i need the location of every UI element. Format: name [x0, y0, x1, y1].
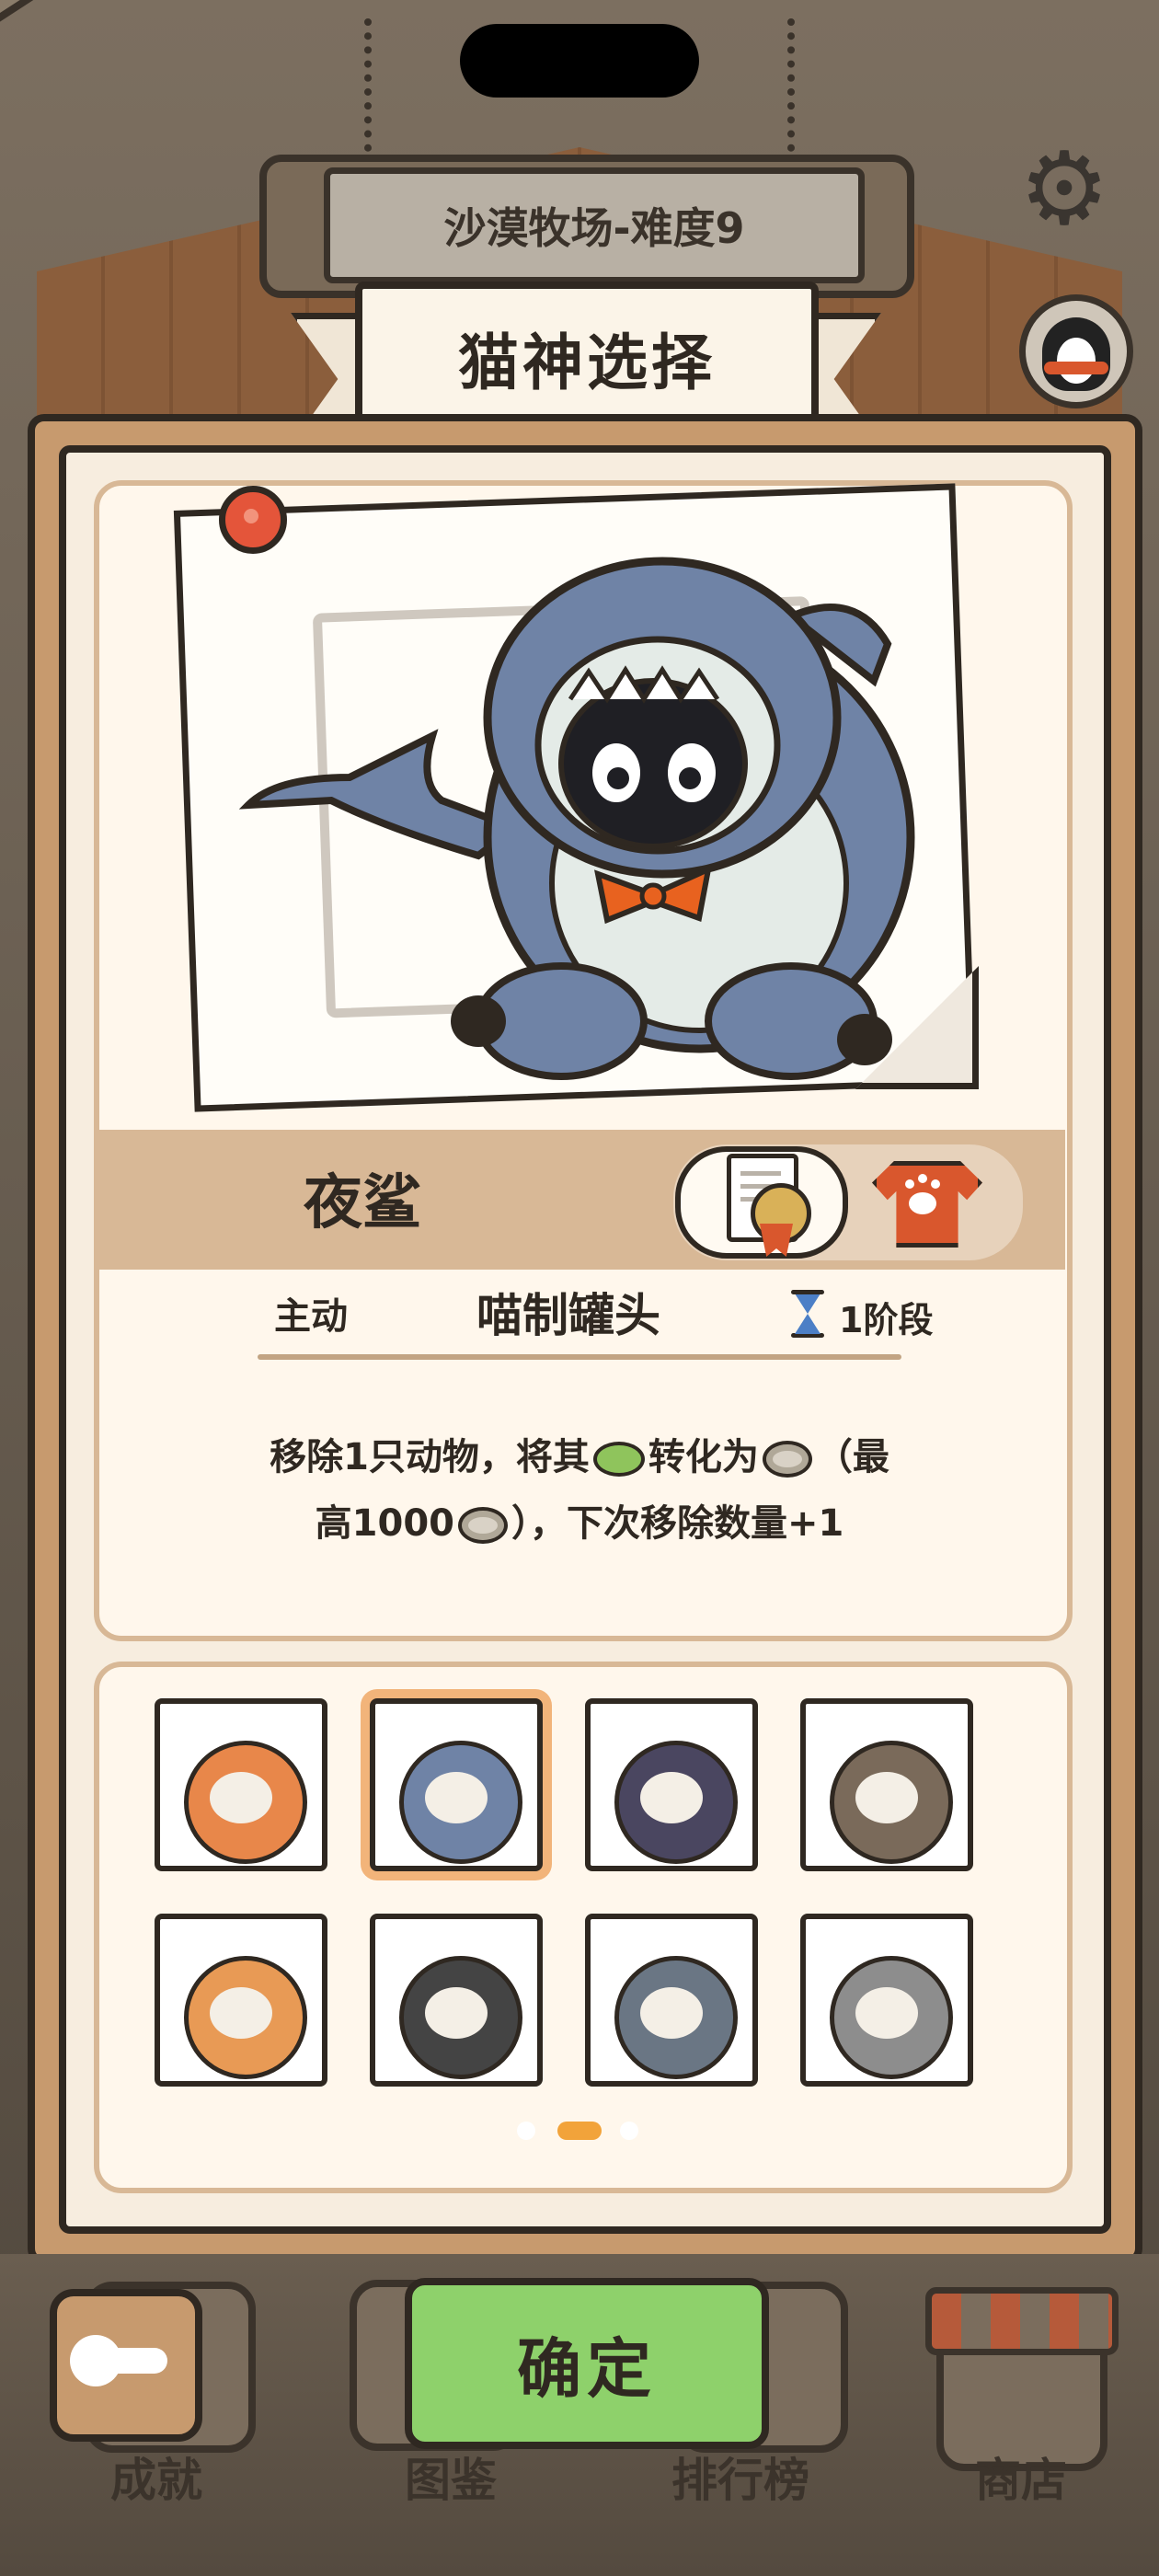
paw-toe: [931, 1179, 940, 1189]
desc-text: （最: [815, 1436, 889, 1478]
pushpin-icon: [219, 486, 287, 554]
back-arrow-icon: [70, 2335, 171, 2386]
can-icon: [457, 1507, 508, 1544]
desc-text: 移除1只动物，将其: [270, 1436, 590, 1478]
skill-type: 主动: [274, 1295, 348, 1338]
page-indicator: [511, 2118, 649, 2140]
cat-grid-cell[interactable]: [585, 1698, 758, 1871]
cat-face: [640, 1772, 703, 1823]
hourglass-icon: [791, 1290, 824, 1338]
desc-text: ），下次移除数量+1: [511, 1502, 844, 1545]
cat-face: [210, 1772, 272, 1823]
cat-name: 夜鲨: [304, 1169, 421, 1237]
nav-shop[interactable]: 商店: [920, 2444, 1122, 2510]
nav-achievements[interactable]: 成就: [55, 2444, 258, 2510]
paw-toe: [918, 1174, 927, 1183]
cat-face: [855, 1772, 918, 1823]
cat-grid-cell[interactable]: [155, 1698, 327, 1871]
underline-dash: [854, 1354, 900, 1360]
cat-face: [425, 1772, 488, 1823]
cat-face: [210, 1987, 272, 2039]
cat-face: [425, 1987, 488, 2039]
cat-grid-cell[interactable]: [370, 1914, 543, 2087]
nav-leaderboard[interactable]: 排行榜: [639, 2444, 842, 2510]
can-icon: [762, 1441, 812, 1478]
shark-cat-illustration: [238, 557, 915, 1080]
cat-grid-cell[interactable]: [155, 1914, 327, 2087]
frog-icon: [592, 1442, 645, 1477]
cat-face: [640, 1987, 703, 2039]
cat-grid-cell[interactable]: [800, 1698, 973, 1871]
paw-toe: [905, 1179, 914, 1189]
skill-stage: 1阶段: [839, 1300, 934, 1340]
page-dot-active[interactable]: [557, 2122, 602, 2140]
shop-awning: [925, 2287, 1119, 2355]
desc-text: 转化为: [648, 1436, 759, 1478]
paw-print-icon: [909, 1192, 936, 1214]
skill-name: 喵制罐头: [476, 1289, 660, 1342]
nav-collection[interactable]: 图鉴: [350, 2444, 552, 2510]
cat-face: [855, 1987, 918, 2039]
page-dot[interactable]: [517, 2122, 535, 2140]
cat-grid-cell[interactable]: [585, 1914, 758, 2087]
cat-grid-cell[interactable]: [370, 1698, 543, 1871]
page-dot[interactable]: [620, 2122, 638, 2140]
skill-description: 移除1只动物，将其 转化为 （最 高1000 ），下次移除数量+1: [166, 1424, 993, 1557]
skill-underline: [258, 1354, 901, 1360]
confirm-button[interactable]: 确定: [405, 2278, 769, 2449]
underline-dash: [819, 1354, 846, 1360]
cat-grid-cell[interactable]: [800, 1914, 973, 2087]
desc-text: 高1000: [315, 1502, 454, 1545]
